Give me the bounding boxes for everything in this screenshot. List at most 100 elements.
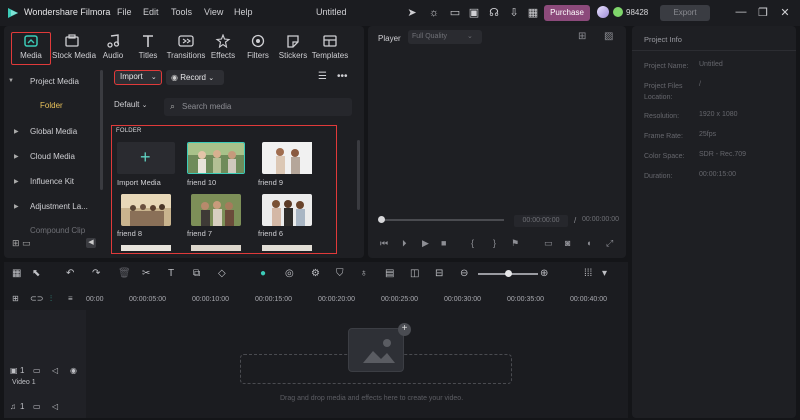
menu-tools[interactable]: Tools [171, 7, 192, 17]
sidebar-item-folder[interactable]: Folder [40, 101, 63, 110]
menu-edit[interactable]: Edit [143, 7, 159, 17]
zoom-in-icon[interactable]: ⊕ [540, 268, 548, 279]
expand-arrow-icon[interactable]: ▶ [14, 128, 19, 135]
new-folder-icon[interactable]: ⊞ ▭ [12, 238, 31, 249]
minimize-icon[interactable]: — [734, 6, 748, 18]
mark-in-icon[interactable]: { [471, 238, 474, 248]
expand-arrow-icon[interactable]: ▶ [14, 153, 19, 160]
zoom-handle[interactable] [505, 270, 512, 277]
track-manager-icon[interactable]: ≡ [68, 294, 73, 303]
cut-icon[interactable]: ✂ [142, 268, 150, 279]
import-button[interactable]: Import ⌄ [114, 70, 162, 85]
sidebar-item-project-media[interactable]: Project Media [30, 77, 79, 86]
media-thumbnail-friend-6[interactable] [262, 194, 312, 226]
ai-icon[interactable]: ● [260, 268, 266, 279]
marker-icon[interactable]: ⚑ [511, 238, 519, 249]
tab-stock-media[interactable]: Stock Media [52, 34, 96, 60]
select-tool-icon[interactable]: ⬉ [32, 268, 40, 279]
restore-icon[interactable]: ❐ [756, 6, 770, 19]
layout-icon[interactable]: ▦ [12, 268, 21, 279]
timeline-ruler[interactable] [86, 291, 626, 309]
import-media-tile[interactable]: + [117, 142, 175, 174]
media-thumbnail-friend-7[interactable] [191, 194, 241, 226]
step-back-icon[interactable]: ⏵ [402, 238, 407, 249]
eye-icon[interactable]: ◉ [70, 366, 77, 375]
split-icon[interactable]: ◫ [410, 268, 419, 279]
undo-icon[interactable]: ↶ [66, 268, 74, 279]
download-icon[interactable]: ⇩ [507, 6, 521, 20]
expand-arrow-icon[interactable]: ▶ [14, 203, 19, 210]
media-thumbnail-friend-8[interactable] [121, 194, 171, 226]
fullscreen-icon[interactable]: ⤢ [606, 238, 613, 249]
sort-dropdown[interactable]: Default ⌄ [114, 100, 147, 109]
close-icon[interactable]: ✕ [778, 6, 792, 19]
color-icon[interactable]: ◇ [218, 268, 226, 279]
record-voice-icon[interactable]: ◎ [285, 268, 294, 279]
monitor-icon[interactable]: ▭ [448, 6, 462, 20]
text-tool-icon[interactable]: T [168, 268, 174, 279]
sidebar-scrollbar[interactable] [100, 70, 103, 190]
lightbulb-icon[interactable]: ☼ [427, 6, 441, 20]
plus-icon[interactable]: + [398, 323, 411, 336]
more-options-icon[interactable]: ••• [337, 71, 348, 82]
purchase-button[interactable]: Purchase [544, 5, 590, 21]
snapshot-view-icon[interactable]: ▨ [604, 31, 613, 42]
delete-icon[interactable]: 🗑 [118, 268, 131, 279]
sidebar-item-global-media[interactable]: Global Media [30, 127, 77, 136]
snap-icon[interactable]: ⫶ [50, 294, 52, 304]
expand-arrow-icon[interactable]: ▶ [14, 178, 19, 185]
mute-icon[interactable]: ◁ [52, 402, 58, 411]
seek-bar[interactable] [380, 219, 504, 221]
tab-effects[interactable]: Effects [203, 34, 243, 60]
menu-file[interactable]: File [117, 7, 132, 17]
tab-titles[interactable]: Titles [128, 34, 168, 60]
tab-media[interactable]: Media [11, 34, 51, 60]
tab-transitions[interactable]: Transitions [166, 34, 206, 60]
record-button[interactable]: ◉ Record ⌄ [166, 70, 224, 85]
grid-icon[interactable]: ▦ [526, 6, 540, 20]
export-button[interactable]: Export [660, 5, 710, 21]
mark-out-icon[interactable]: } [493, 238, 496, 248]
audio-mix-icon[interactable]: ▤ [385, 268, 394, 279]
camera-icon[interactable]: ◙ [565, 238, 570, 248]
folder-icon[interactable]: ▭ [33, 366, 41, 375]
chevron-down-icon[interactable]: ▾ [602, 268, 607, 279]
filter-icon[interactable]: ☰ [318, 71, 327, 82]
grid-view-icon[interactable]: ⁞⁞⁞ [584, 268, 592, 279]
tab-audio[interactable]: Audio [93, 34, 133, 60]
support-icon[interactable]: ☊ [487, 6, 501, 20]
add-track-icon[interactable]: ⊞ [12, 294, 19, 303]
quality-dropdown[interactable]: Full Quality ⌄ [408, 30, 482, 44]
seek-handle[interactable] [378, 216, 385, 223]
redo-icon[interactable]: ↷ [92, 268, 100, 279]
media-thumbnail-partial[interactable] [121, 245, 171, 251]
play-icon[interactable]: ▶ [422, 238, 429, 249]
menu-help[interactable]: Help [234, 7, 253, 17]
avatar[interactable] [597, 6, 609, 18]
fit-icon[interactable]: ⊟ [435, 268, 443, 279]
sidebar-item-compound-clip[interactable]: Compound Clip [30, 226, 85, 235]
settings-icon[interactable]: ⚙ [311, 268, 320, 279]
media-thumbnail-friend-10[interactable] [187, 142, 245, 174]
tab-stickers[interactable]: Stickers [273, 34, 313, 60]
previous-frame-icon[interactable]: ⏮ [380, 238, 388, 249]
stop-icon[interactable]: ■ [441, 238, 446, 248]
display-icon[interactable]: ▭ [544, 238, 553, 249]
menu-view[interactable]: View [204, 7, 223, 17]
media-thumbnail-friend-9[interactable] [262, 142, 320, 174]
link-icon[interactable]: ⊂⊃ [30, 294, 43, 303]
mute-icon[interactable]: ◁ [52, 366, 58, 375]
save-icon[interactable]: ▣ [467, 6, 481, 20]
crop-icon[interactable]: ⧉ [193, 268, 200, 279]
volume-icon[interactable]: ◖ [586, 238, 591, 248]
sidebar-item-adjustment-layer[interactable]: Adjustment La... [30, 202, 88, 211]
tab-filters[interactable]: Filters [238, 34, 278, 60]
tab-templates[interactable]: Templates [310, 34, 350, 60]
sidebar-item-cloud-media[interactable]: Cloud Media [30, 152, 75, 161]
share-icon[interactable]: ➤ [405, 6, 419, 20]
grid-view-icon[interactable]: ⊞ [578, 31, 586, 42]
folder-icon[interactable]: ▭ [33, 402, 41, 411]
sidebar-item-influence-kit[interactable]: Influence Kit [30, 177, 74, 186]
microphone-icon[interactable]: ♁ [360, 268, 368, 279]
expand-arrow-icon[interactable]: ▼ [8, 78, 14, 84]
